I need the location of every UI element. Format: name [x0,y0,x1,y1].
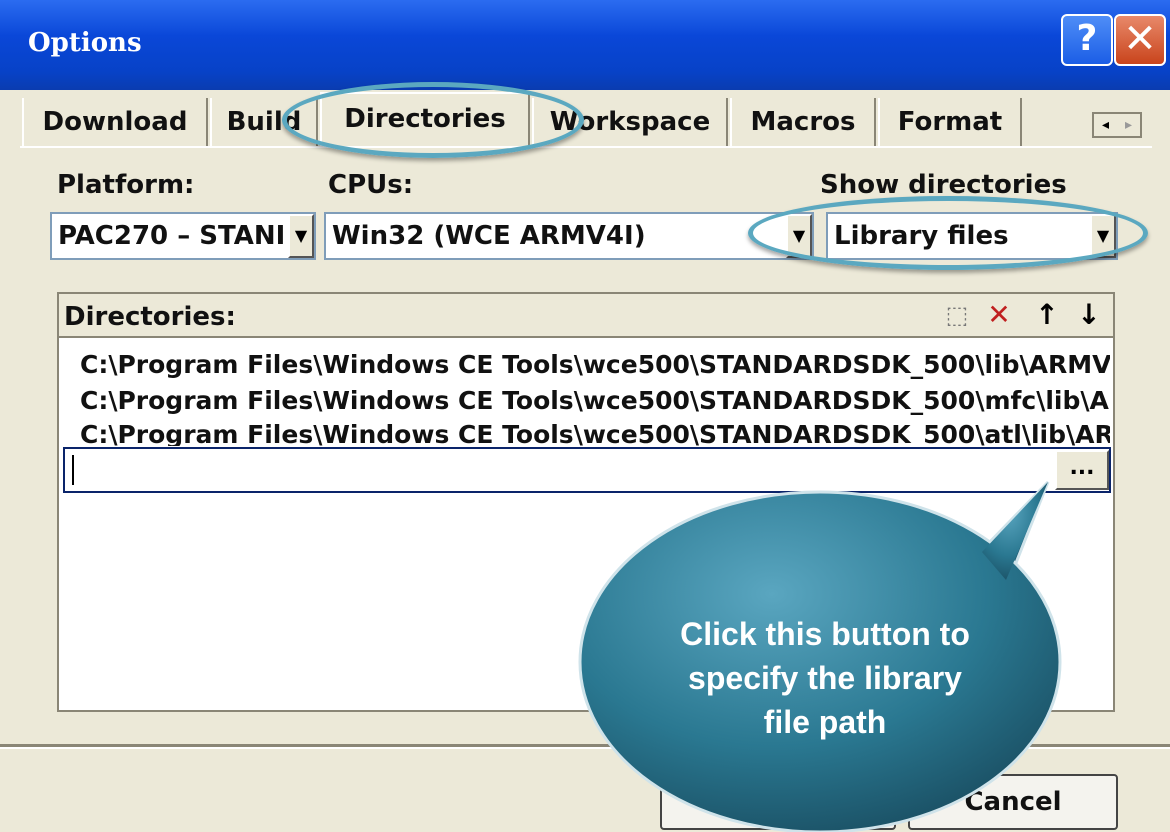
platform-label: Platform: [57,170,195,200]
callout-text: Click this button to specify the library… [680,616,970,740]
tab-download[interactable]: Download [22,98,208,146]
scroll-left-icon[interactable]: ◂ [1094,114,1117,136]
new-folder-icon[interactable]: ⬚ [942,300,972,330]
tab-divider [20,146,1152,148]
cpus-select[interactable]: Win32 (WCE ARMV4I) [324,212,814,260]
tab-format[interactable]: Format [878,98,1022,146]
tab-macros[interactable]: Macros [730,98,876,146]
highlight-ring-directories-tab [282,82,584,158]
list-item[interactable]: C:\Program Files\Windows CE Tools\wce500… [80,350,1110,379]
highlight-ring-library-files [748,196,1148,270]
delete-icon[interactable]: ✕ [984,300,1014,330]
platform-select[interactable]: PAC270 – STANI [50,212,316,260]
help-button[interactable]: ? [1061,14,1113,66]
list-item[interactable]: C:\Program Files\Windows CE Tools\wce500… [80,386,1110,415]
text-cursor [72,455,74,485]
move-down-icon[interactable]: ↓ [1074,300,1104,330]
cpus-label: CPUs: [328,170,414,200]
close-button[interactable]: ✕ [1114,14,1166,66]
directories-label: Directories: [64,302,236,332]
scroll-right-icon[interactable]: ▸ [1117,114,1140,136]
tab-scroll-arrows[interactable]: ◂ ▸ [1092,112,1142,138]
list-item[interactable]: C:\Program Files\Windows CE Tools\wce500… [80,420,1110,446]
title-bar [0,0,1170,90]
window-title: Options [28,28,142,58]
move-up-icon[interactable]: ↑ [1032,300,1062,330]
chevron-down-icon[interactable]: ▼ [288,214,314,258]
